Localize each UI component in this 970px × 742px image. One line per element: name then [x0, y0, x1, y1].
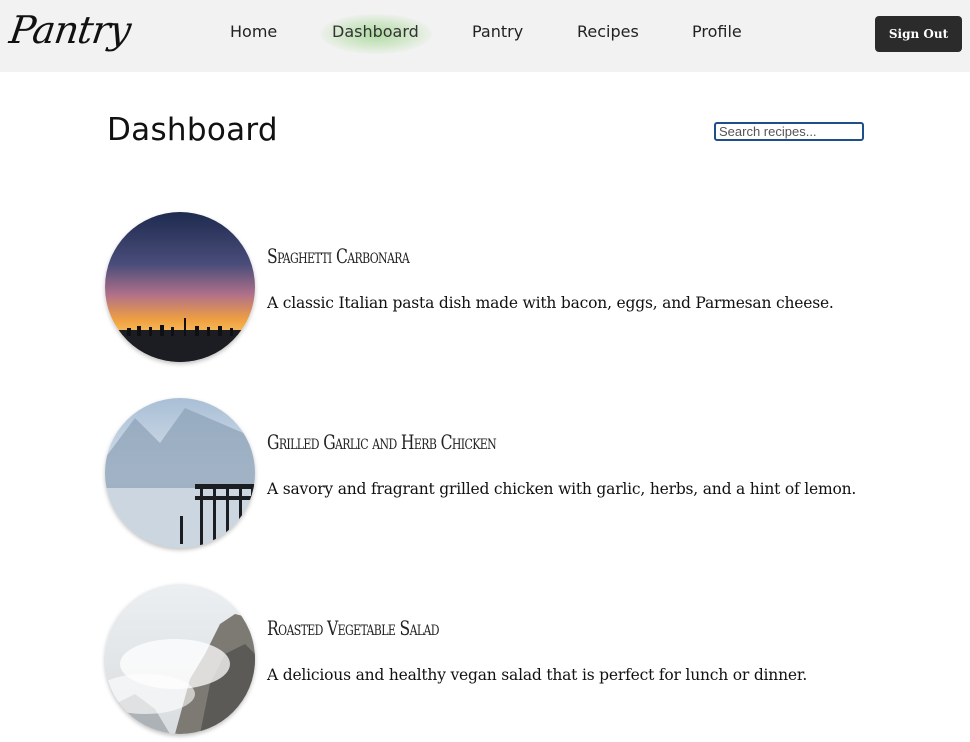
sunset-image [105, 212, 255, 362]
recipe-card[interactable]: Roasted Vegetable Salad A delicious and … [105, 584, 905, 736]
recipe-title[interactable]: Spaghetti Carbonara [267, 244, 410, 268]
search-input[interactable] [714, 122, 864, 141]
page-title: Dashboard [107, 112, 278, 148]
nav-recipes[interactable]: Recipes [577, 22, 639, 41]
nav-pantry[interactable]: Pantry [472, 22, 523, 41]
nav-dashboard[interactable]: Dashboard [332, 22, 419, 41]
recipe-description: A delicious and healthy vegan salad that… [267, 666, 808, 684]
recipe-card[interactable]: Spaghetti Carbonara A classic Italian pa… [105, 212, 905, 364]
recipe-thumbnail-pier[interactable] [105, 398, 255, 548]
recipe-card[interactable]: Grilled Garlic and Herb Chicken A savory… [105, 398, 905, 550]
recipe-description: A savory and fragrant grilled chicken wi… [267, 480, 857, 498]
recipe-title[interactable]: Roasted Vegetable Salad [267, 616, 439, 640]
recipe-thumbnail-sunset[interactable] [105, 212, 255, 362]
top-navbar: Pantry Home Dashboard Pantry Recipes Pro… [0, 0, 970, 72]
nav-home[interactable]: Home [230, 22, 277, 41]
sign-out-button[interactable]: Sign Out [875, 16, 962, 52]
lake-pier-image [105, 398, 255, 548]
recipe-title[interactable]: Grilled Garlic and Herb Chicken [267, 430, 497, 454]
recipe-thumbnail-misty-cliff[interactable] [105, 584, 255, 734]
misty-cliff-image [105, 584, 255, 734]
nav-profile[interactable]: Profile [692, 22, 742, 41]
main-nav: Home Dashboard Pantry Recipes Profile [0, 0, 970, 72]
recipe-description: A classic Italian pasta dish made with b… [267, 294, 834, 312]
